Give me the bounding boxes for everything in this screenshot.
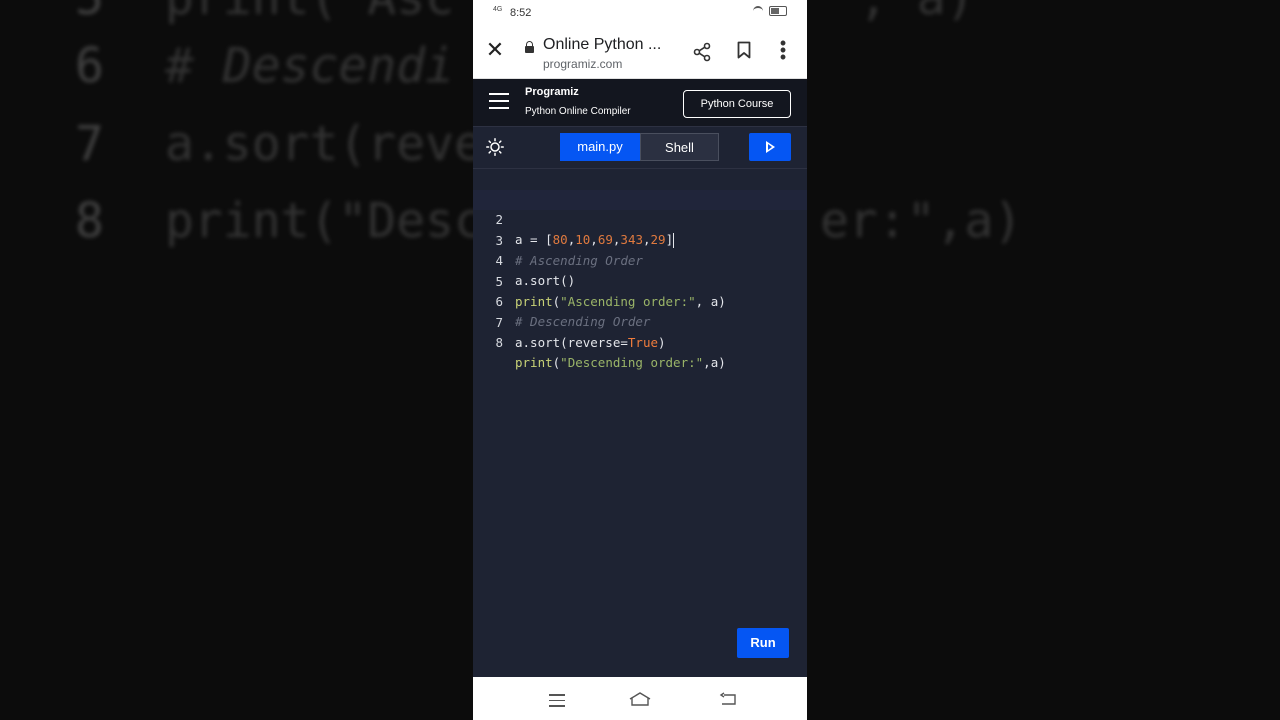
phone-screen: 4G 8:52 ✕ Online Python ... programiz.co…: [473, 0, 807, 720]
status-time: 8:52: [510, 7, 532, 19]
browser-bar: ✕ Online Python ... programiz.com • • •: [473, 26, 807, 79]
theme-toggle-icon[interactable]: [486, 138, 504, 156]
code-line: 6 # Descending Order: [473, 272, 807, 329]
share-icon[interactable]: [692, 42, 712, 62]
run-play-button[interactable]: [749, 133, 791, 161]
code-line: 8 print("Descending order:",a): [473, 313, 807, 370]
programiz-logo[interactable]: Programiz: [525, 86, 579, 98]
app-subtitle: Python Online Compiler: [525, 106, 631, 117]
lock-icon: [525, 41, 534, 53]
signal-indicator: 4G: [493, 6, 503, 13]
editor-toolbar: main.py Shell: [473, 127, 807, 169]
python-course-button[interactable]: Python Course: [683, 90, 791, 118]
page-domain[interactable]: programiz.com: [543, 57, 622, 71]
system-nav-bar: [473, 680, 807, 720]
page-title[interactable]: Online Python ...: [543, 36, 661, 54]
wifi-icon: [753, 6, 763, 16]
status-bar: 4G 8:52: [473, 0, 807, 26]
code-text[interactable]: a.sort(reverse=True): [515, 333, 666, 353]
code-text[interactable]: print("Descending order:",a): [515, 353, 726, 373]
bg-line: 8 print("Desc: [75, 193, 483, 249]
code-line: 3 # Ascending Order: [473, 211, 807, 268]
run-button[interactable]: Run: [737, 628, 789, 658]
battery-icon: [769, 6, 787, 16]
status-icons: [753, 6, 787, 16]
bg-line: 6 # Descendi: [75, 38, 454, 94]
recent-apps-icon[interactable]: [549, 694, 565, 711]
hamburger-menu-icon[interactable]: [489, 93, 509, 109]
app-header: Programiz Python Online Compiler Python …: [473, 79, 807, 127]
code-editor[interactable]: 1 2 a = [80,10,69,343,29] 3 # Ascending …: [473, 169, 807, 677]
tab-shell[interactable]: Shell: [640, 133, 719, 161]
code-line: 1: [473, 170, 807, 207]
bg-line: 5print("Asc: [75, 0, 454, 26]
code-line: 4 a.sort(): [473, 231, 807, 288]
close-icon[interactable]: ✕: [485, 39, 505, 61]
more-menu-icon[interactable]: • • •: [778, 34, 788, 66]
code-line: 5 print("Ascending order:", a): [473, 252, 807, 309]
code-line: 7 a.sort(reverse=True): [473, 293, 807, 350]
bg-line-tail: ", a): [830, 0, 975, 26]
bg-line-tail: er:",a): [820, 193, 1023, 249]
code-line: 2 a = [80,10,69,343,29]: [473, 190, 807, 248]
compiler-app: Programiz Python Online Compiler Python …: [473, 79, 807, 677]
tab-main-py[interactable]: main.py: [560, 133, 640, 161]
home-icon[interactable]: [629, 692, 651, 706]
back-icon[interactable]: [719, 692, 737, 706]
bookmark-icon[interactable]: [737, 41, 751, 59]
bg-line: 7 a.sort(reve: [75, 116, 483, 172]
